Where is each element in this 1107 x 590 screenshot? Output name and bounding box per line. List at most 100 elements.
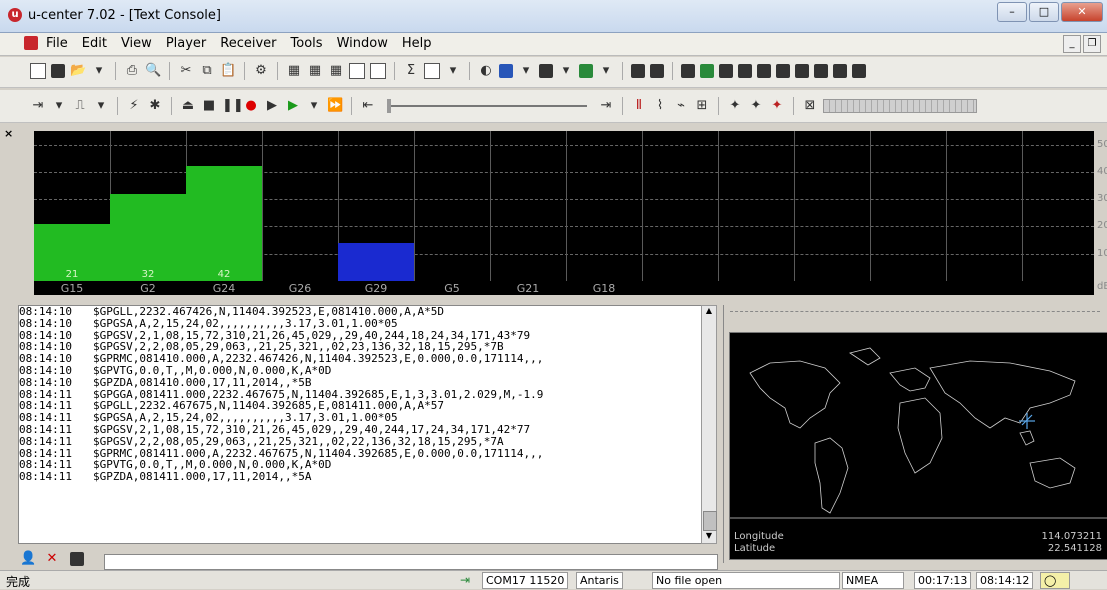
gps-fix-icon[interactable]: ⊠ [802,98,818,114]
sum-icon[interactable]: Σ [403,63,419,79]
mdi-minimize-button[interactable]: _ [1063,35,1081,53]
copy-icon[interactable]: ⧉ [199,63,215,79]
new-file-icon[interactable] [30,63,46,79]
globe-icon[interactable]: ◐ [478,63,494,79]
messages-view-icon[interactable] [650,64,664,78]
satellite-view-icon[interactable] [719,64,733,78]
dropdown-arrow-icon[interactable]: ▾ [518,63,534,79]
rewind-to-start-icon[interactable]: ⇤ [360,98,376,114]
column-divider [718,131,719,281]
status-bar: 完成 ⇥ COM17 11520 Antaris No file open NM… [0,570,1107,589]
console-line: 08:14:10 $GPVTG,0.0,T,,M,0.000,N,0.000,K,… [19,365,701,377]
status-led-bar [823,99,977,113]
open-folder-icon[interactable]: 📂 [70,63,86,79]
console-line: 08:14:10 $GPGSA,A,2,15,24,02,,,,,,,,,,3.1… [19,317,701,330]
minimize-button[interactable]: – [997,2,1027,22]
tile-view-icon[interactable] [370,63,386,79]
dropdown-arrow-icon[interactable]: ▾ [306,98,322,114]
menu-file[interactable]: File [46,36,68,51]
command-input[interactable] [104,554,718,570]
document-icon[interactable] [24,36,38,50]
scroll-up-arrow-icon[interactable]: ▲ [702,306,716,318]
menu-receiver[interactable]: Receiver [220,36,276,51]
warm-start-icon[interactable]: ⌇ [652,98,668,114]
console-scrollbar[interactable]: ▲ ▼ [701,305,717,544]
column-divider [870,131,871,281]
dropdown-arrow-icon[interactable]: ▾ [51,98,67,114]
table-view-icon[interactable] [424,63,440,79]
poll-icon[interactable]: ✦ [727,98,743,114]
dropdown-arrow-icon[interactable]: ▾ [598,63,614,79]
dropdown-arrow-icon[interactable]: ▾ [91,63,107,79]
close-pane-icon[interactable]: × [4,127,13,140]
map-view-icon[interactable] [499,64,513,78]
print-preview-icon[interactable]: 🔍 [145,63,161,79]
text-console[interactable]: 08:14:10 $GPGLL,2232.467426,N,11404.39252… [18,305,702,544]
dropdown-arrow-icon[interactable]: ▾ [558,63,574,79]
user-icon[interactable]: 👤 [20,551,36,567]
maximize-button[interactable]: □ [1029,2,1059,22]
jump-to-end-icon[interactable]: ⇥ [598,98,614,114]
fast-forward-icon[interactable]: ⏩ [327,98,343,114]
clear-icon[interactable]: ✕ [44,551,60,567]
record-icon[interactable]: ● [243,98,259,114]
camera-view-icon[interactable] [814,64,828,78]
debug-icon[interactable]: ✱ [147,98,163,114]
longitude-label: Longitude [734,531,784,542]
signal-view-icon[interactable] [579,64,593,78]
port-connection-icon: ⇥ [460,573,471,587]
sky-view-icon[interactable] [738,64,752,78]
connection-icon[interactable]: ⇥ [30,98,46,114]
poll-3-icon[interactable]: ✦ [769,98,785,114]
dropdown-arrow-icon[interactable]: ▾ [445,63,461,79]
stop-icon[interactable]: ■ [201,98,217,114]
print-icon[interactable]: ⎙ [124,63,140,79]
y-axis-tick-label: 10 [1097,247,1107,259]
docking-icon[interactable]: ▦ [286,63,302,79]
autobaud-icon[interactable]: ⚡ [126,98,142,114]
chart-view-icon[interactable] [539,64,553,78]
poll-2-icon[interactable]: ✦ [748,98,764,114]
step-icon[interactable]: ▶ [264,98,280,114]
split-view-icon[interactable] [349,63,365,79]
menu-help[interactable]: Help [402,36,432,51]
docking-3-icon[interactable]: ▦ [328,63,344,79]
playback-slider[interactable] [387,99,587,113]
reset-icon[interactable]: ⊞ [694,98,710,114]
menu-tools[interactable]: Tools [291,36,323,51]
menu-edit[interactable]: Edit [82,36,107,51]
data-view-icon[interactable] [700,64,714,78]
deviation-view-icon[interactable] [757,64,771,78]
paste-icon[interactable]: 📋 [220,63,236,79]
hot-start-icon[interactable]: Ⅱ [631,98,647,114]
longitude-value: 114.073211 [1041,531,1102,542]
scroll-thumb[interactable] [703,511,717,531]
menu-player[interactable]: Player [166,36,206,51]
docking-2-icon[interactable]: ▦ [307,63,323,79]
eject-icon[interactable]: ⏏ [180,98,196,114]
options-icon[interactable] [70,552,84,566]
mdi-restore-button[interactable]: ❐ [1083,35,1101,53]
statistic-view-icon[interactable] [795,64,809,78]
dropdown-arrow-icon[interactable]: ▾ [93,98,109,114]
nmea-sentence: $GPGSV,2,1,08,15,72,310,21,26,45,029,,29… [93,422,531,436]
database-view-icon[interactable] [833,64,847,78]
extra-view-icon[interactable] [852,64,866,78]
u-center-app-icon[interactable]: u [8,8,22,22]
compass-view-icon[interactable] [681,64,695,78]
main-toolbar: 📂 ▾ ⎙ 🔍 ✂ ⧉ 📋 ⚙ ▦ ▦ ▦ Σ ▾ ◐ ▾ ▾ ▾ [0,57,1107,88]
cut-icon[interactable]: ✂ [178,63,194,79]
play-icon[interactable]: ▶ [285,98,301,114]
close-button[interactable]: ✕ [1061,2,1103,22]
menu-window[interactable]: Window [337,36,388,51]
world-map[interactable]: Longitude 114.073211 Latitude 22.541128 [729,332,1107,560]
menu-view[interactable]: View [121,36,152,51]
scroll-down-arrow-icon[interactable]: ▼ [702,531,716,543]
console-view-icon[interactable] [631,64,645,78]
save-icon[interactable] [51,64,65,78]
pause-icon[interactable]: ❚❚ [222,98,244,114]
baudrate-icon[interactable]: ⎍ [72,98,88,114]
histogram-view-icon[interactable] [776,64,790,78]
cold-start-icon[interactable]: ⌁ [673,98,689,114]
settings-icon[interactable]: ⚙ [253,63,269,79]
